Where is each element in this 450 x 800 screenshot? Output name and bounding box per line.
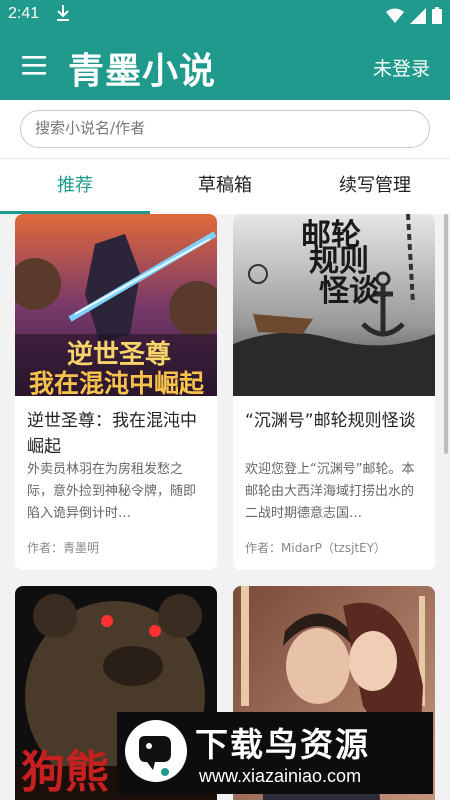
status-time: 2:41 [8,5,40,22]
hamburger-menu-icon[interactable] [22,54,46,76]
app-bar: 青墨小说 未登录 [0,30,450,100]
watermark-banner: 下载鸟资源 www.xiazainiao.com [117,712,433,794]
book-author: 作者：青墨明 [27,541,100,555]
book-title: “沉渊号”邮轮规则怪谈 [245,411,416,431]
cover-text-line: 狗熊 [21,747,109,798]
tab-recommend[interactable]: 推荐 [0,159,150,215]
tab-bar: 推荐 草稿箱 续写管理 [0,158,450,214]
cover-text-line: 怪谈 [319,274,379,309]
tab-drafts[interactable]: 草稿箱 [150,159,300,215]
search-input[interactable] [35,119,415,137]
bird-logo-icon [125,720,187,782]
book-description: 欢迎您登上“沉渊号”邮轮。本邮轮由大西洋海域打捞出水的二战时期德意志国… [245,462,415,521]
app-title: 青墨小说 [68,51,217,92]
login-status-button[interactable]: 未登录 [373,54,430,81]
book-card[interactable]: 邮轮 规则 怪谈 “沉渊号”邮轮规则怪谈 欢迎您登上“沉渊号”邮轮。本邮轮由大西… [233,214,435,570]
wifi-icon [386,8,404,28]
cover-text-line: 我在混沌中崛起 [29,369,205,396]
book-cover[interactable]: 邮轮 规则 怪谈 [233,214,435,396]
book-card[interactable]: 逆世圣尊 我在混沌中崛起 逆世圣尊：我在混沌中崛起 外卖员林羽在为房租发愁之际，… [15,214,217,570]
watermark-url: www.xiazainiao.com [199,766,362,786]
tab-continuation-management[interactable]: 续写管理 [300,159,450,215]
book-description: 外卖员林羽在为房租发愁之际，意外捡到神秘令牌，随即陷入诡异倒计时… [27,462,197,521]
battery-icon [432,7,442,28]
search-area [0,100,450,158]
book-cover[interactable]: 逆世圣尊 我在混沌中崛起 [15,214,217,396]
signal-icon [410,7,426,28]
watermark-title: 下载鸟资源 [195,725,370,764]
download-icon [56,4,70,26]
book-author: 作者：MidarP（tzsjtEY） [245,541,387,555]
search-box[interactable] [20,110,430,148]
book-title: 逆世圣尊：我在混沌中崛起 [27,411,197,457]
status-bar: 2:41 [0,0,450,30]
scrollbar[interactable] [444,214,448,454]
